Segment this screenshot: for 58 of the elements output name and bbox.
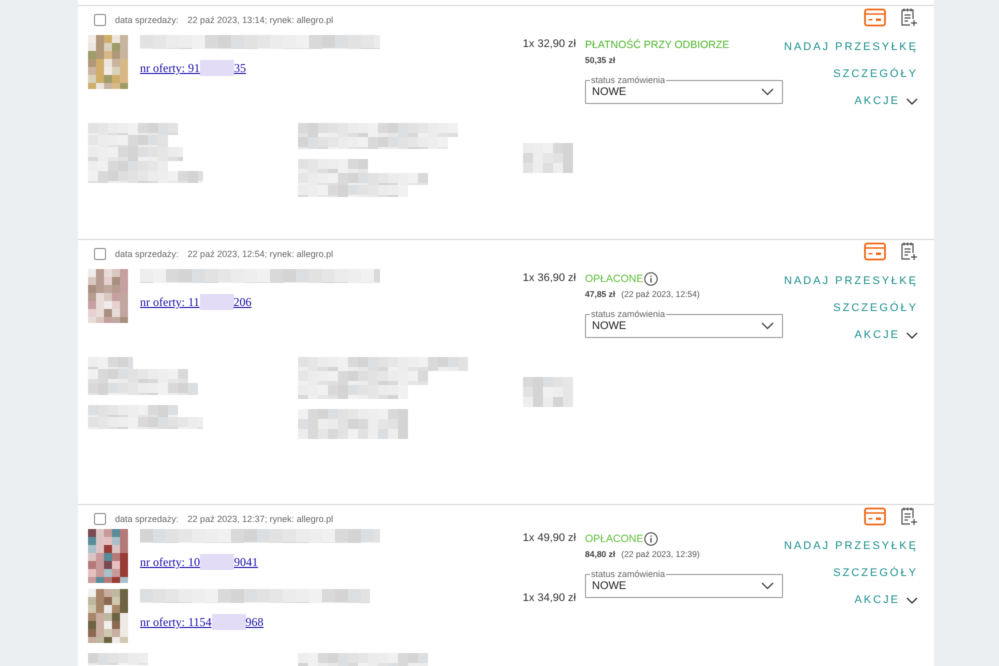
checkbox[interactable] xyxy=(94,248,106,260)
checkbox[interactable] xyxy=(94,14,106,26)
shipping-box-icon[interactable] xyxy=(864,506,886,526)
item-price: 1x 36,90 zł xyxy=(522,271,576,286)
item-price: 1x 32,90 zł xyxy=(522,37,576,52)
sale-date-label: data sprzedaży: xyxy=(115,15,179,25)
actions-menu-button[interactable]: AKCJE xyxy=(854,593,918,608)
chevron-icon xyxy=(906,98,918,106)
ship-button[interactable]: NADAJ PRZESYŁKĘ xyxy=(784,274,918,289)
status-select[interactable]: status zamówienia NOWE xyxy=(585,310,783,338)
status-select[interactable]: status zamówienia NOWE xyxy=(585,570,783,598)
info-icon[interactable] xyxy=(644,532,658,546)
sale-info: 22 paź 2023, 13:14; rynek: allegro.pl xyxy=(188,15,334,25)
sale-date-label: data sprzedaży: xyxy=(115,249,179,259)
sale-info: 22 paź 2023, 12:37; rynek: allegro.pl xyxy=(188,514,334,524)
payment-date: (22 paź 2023, 12:39) xyxy=(621,549,700,559)
note-add-icon[interactable] xyxy=(900,506,918,526)
payment-status: PŁATNOŚĆ PRZY ODBIORZE xyxy=(585,39,730,51)
shipping-box-icon[interactable] xyxy=(864,242,886,260)
redacted-text xyxy=(88,653,148,665)
payment-date: (22 paź 2023, 12:54) xyxy=(621,289,700,299)
payment-status: OPŁACONE xyxy=(585,533,644,545)
chevron-icon xyxy=(761,582,774,590)
redacted-text xyxy=(523,143,573,173)
note-add-icon[interactable] xyxy=(900,7,918,27)
details-button[interactable]: SZCZEGÓŁY xyxy=(833,67,918,82)
note-add-icon[interactable] xyxy=(900,241,918,261)
redaction-block xyxy=(200,554,234,570)
offer-link[interactable]: nr oferty: 11 206 xyxy=(140,294,252,310)
sale-info: 22 paź 2023, 12:54; rynek: allegro.pl xyxy=(188,249,334,259)
item-price: 1x 34,90 zł xyxy=(522,591,576,606)
redacted-text xyxy=(523,377,573,407)
chevron-icon xyxy=(761,322,774,330)
chevron-icon xyxy=(761,88,774,96)
redaction-block xyxy=(212,614,246,630)
ship-button[interactable]: NADAJ PRZESYŁKĘ xyxy=(784,40,918,55)
order-total: 47,85 zł xyxy=(585,289,616,299)
order-total: 50,35 zł xyxy=(585,55,616,65)
actions-menu-button[interactable]: AKCJE xyxy=(854,94,918,109)
item-price: 1x 49,90 zł xyxy=(522,531,576,546)
redaction-block xyxy=(200,294,234,310)
chevron-icon xyxy=(906,332,918,340)
checkbox[interactable] xyxy=(94,513,106,525)
info-icon[interactable] xyxy=(644,272,658,286)
redaction-block xyxy=(200,60,234,76)
details-button[interactable]: SZCZEGÓŁY xyxy=(833,566,918,581)
offer-link[interactable]: nr oferty: 1154 968 xyxy=(140,614,264,630)
actions-menu-button[interactable]: AKCJE xyxy=(854,328,918,343)
shipping-box-icon[interactable] xyxy=(864,8,886,26)
payment-status: OPŁACONE xyxy=(585,273,644,285)
sale-date-label: data sprzedaży: xyxy=(115,514,179,524)
order-total: 84,80 zł xyxy=(585,549,616,559)
offer-link[interactable]: nr oferty: 91 35 xyxy=(140,60,246,76)
details-button[interactable]: SZCZEGÓŁY xyxy=(833,301,918,316)
offer-link[interactable]: nr oferty: 10 9041 xyxy=(140,554,258,570)
ship-button[interactable]: NADAJ PRZESYŁKĘ xyxy=(784,539,918,554)
status-select[interactable]: status zamówienia NOWE xyxy=(585,76,783,104)
chevron-icon xyxy=(906,596,918,604)
